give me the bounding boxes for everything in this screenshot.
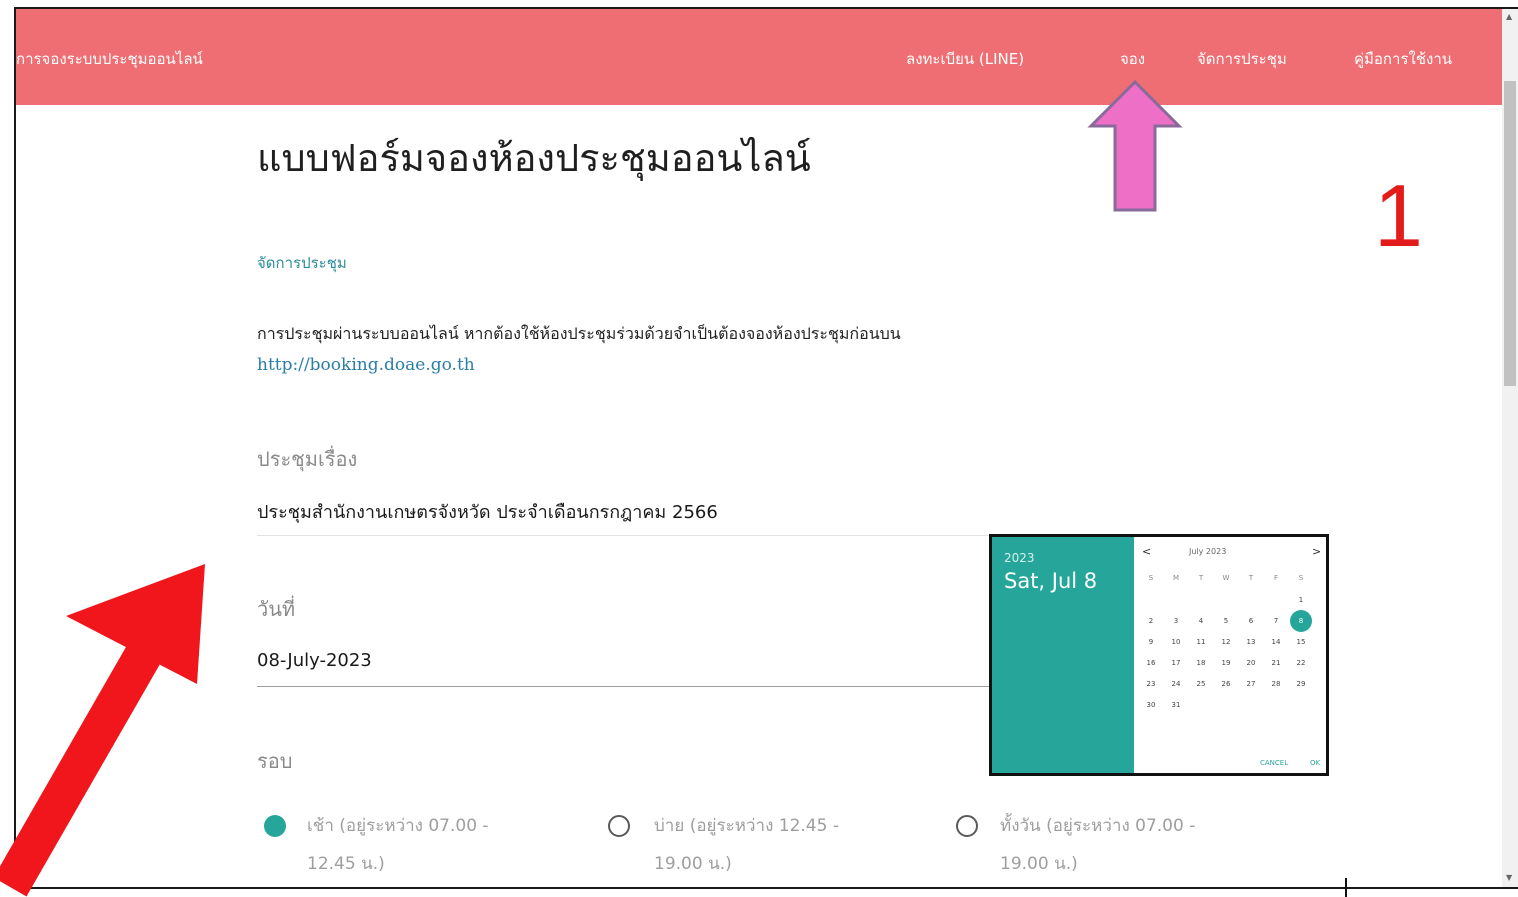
round-fullday-radio[interactable] xyxy=(956,815,978,837)
datepicker-year[interactable]: 2023 xyxy=(1004,551,1035,565)
description-text: การประชุมผ่านระบบออนไลน์ หากต้องใช้ห้องป… xyxy=(257,324,901,343)
datepicker-day[interactable]: 6 xyxy=(1240,610,1262,632)
round-afternoon-label[interactable]: บ่าย (อยู่ระหว่าง 12.45 - 19.00 น.) xyxy=(654,807,839,883)
round-morning-line2: 12.45 น.) xyxy=(307,854,385,874)
next-month-icon[interactable]: > xyxy=(1312,545,1321,558)
round-fullday-label[interactable]: ทั้งวัน (อยู่ระหว่าง 07.00 - 19.00 น.) xyxy=(1000,807,1195,883)
date-label: วันที่ xyxy=(257,597,296,621)
datepicker-day[interactable]: 4 xyxy=(1190,610,1212,632)
datepicker-day[interactable]: 24 xyxy=(1165,673,1187,695)
step-number-annotation: 1 xyxy=(1374,166,1423,265)
round-morning-line1: เช้า (อยู่ระหว่าง 07.00 - xyxy=(307,816,489,836)
round-morning-label[interactable]: เช้า (อยู่ระหว่าง 07.00 - 12.45 น.) xyxy=(307,807,489,883)
datepicker-day[interactable]: 19 xyxy=(1215,652,1237,674)
datepicker-weekday: T xyxy=(1248,574,1254,582)
datepicker-day[interactable]: 5 xyxy=(1215,610,1237,632)
datepicker-day[interactable]: 30 xyxy=(1140,694,1162,716)
datepicker-day[interactable]: 27 xyxy=(1240,673,1262,695)
datepicker-day[interactable]: 2 xyxy=(1140,610,1162,632)
datepicker-calendar: < July 2023 > CANCEL OK SMTWTFS123456789… xyxy=(1134,537,1326,773)
datepicker-day[interactable]: 22 xyxy=(1290,652,1312,674)
subject-label: ประชุมเรื่อง xyxy=(257,447,358,471)
subject-input[interactable]: ประชุมสำนักงานเกษตรจังหวัด ประจำเดือนกรก… xyxy=(257,497,718,526)
datepicker-day[interactable]: 8 xyxy=(1290,610,1312,632)
scroll-up-icon[interactable]: ▲ xyxy=(1506,12,1512,21)
datepicker-popup: 2023 Sat, Jul 8 < July 2023 > CANCEL OK … xyxy=(989,534,1329,776)
datepicker-month-label: July 2023 xyxy=(1189,547,1227,556)
datepicker-header: 2023 Sat, Jul 8 xyxy=(992,537,1134,773)
subject-underline xyxy=(257,535,992,536)
datepicker-selected-date: Sat, Jul 8 xyxy=(1004,569,1098,593)
datepicker-ok-button[interactable]: OK xyxy=(1310,759,1320,767)
datepicker-day[interactable]: 26 xyxy=(1215,673,1237,695)
datepicker-day[interactable]: 21 xyxy=(1265,652,1287,674)
top-navbar: การจองระบบประชุมออนไลน์ ลงทะเบียน (LINE)… xyxy=(16,9,1504,105)
datepicker-day[interactable]: 14 xyxy=(1265,631,1287,653)
datepicker-day[interactable]: 16 xyxy=(1140,652,1162,674)
datepicker-weekday: S xyxy=(1148,574,1154,582)
datepicker-weekday: W xyxy=(1222,574,1230,582)
nav-manage-meeting[interactable]: จัดการประชุม xyxy=(1197,47,1287,71)
scroll-down-icon[interactable]: ▼ xyxy=(1506,873,1512,882)
round-fullday-line1: ทั้งวัน (อยู่ระหว่าง 07.00 - xyxy=(1000,816,1196,836)
datepicker-day[interactable]: 29 xyxy=(1290,673,1312,695)
datepicker-day[interactable]: 23 xyxy=(1140,673,1162,695)
datepicker-day[interactable]: 28 xyxy=(1265,673,1287,695)
page-title: แบบฟอร์มจองห้องประชุมออนไลน์ xyxy=(257,136,811,180)
datepicker-cancel-button[interactable]: CANCEL xyxy=(1260,759,1288,767)
datepicker-day[interactable]: 18 xyxy=(1190,652,1212,674)
datepicker-day[interactable]: 13 xyxy=(1240,631,1262,653)
datepicker-day[interactable]: 12 xyxy=(1215,631,1237,653)
round-afternoon-radio[interactable] xyxy=(608,815,630,837)
brand-title[interactable]: การจองระบบประชุมออนไลน์ xyxy=(16,47,203,71)
round-label: รอบ xyxy=(257,749,293,773)
nav-book[interactable]: จอง xyxy=(1120,47,1145,71)
datepicker-day[interactable]: 25 xyxy=(1190,673,1212,695)
datepicker-day[interactable]: 15 xyxy=(1290,631,1312,653)
datepicker-day[interactable]: 1 xyxy=(1290,589,1312,611)
datepicker-weekday: F xyxy=(1273,574,1279,582)
date-underline xyxy=(257,686,992,687)
page-scrollbar[interactable]: ▲ ▼ xyxy=(1502,9,1518,887)
round-afternoon-line1: บ่าย (อยู่ระหว่าง 12.45 - xyxy=(654,816,839,836)
datepicker-day[interactable]: 10 xyxy=(1165,631,1187,653)
round-afternoon-line2: 19.00 น.) xyxy=(654,854,732,874)
datepicker-weekday: M xyxy=(1172,574,1180,582)
prev-month-icon[interactable]: < xyxy=(1142,545,1151,558)
round-fullday-line2: 19.00 น.) xyxy=(1000,854,1078,874)
manage-meeting-link[interactable]: จัดการประชุม xyxy=(257,251,347,275)
nav-user-manual[interactable]: คู่มือการใช้งาน xyxy=(1354,47,1452,71)
scrollbar-thumb[interactable] xyxy=(1504,81,1516,386)
datepicker-day[interactable]: 7 xyxy=(1265,610,1287,632)
pink-up-arrow-annotation xyxy=(1087,80,1183,212)
round-morning-radio[interactable] xyxy=(264,815,286,837)
datepicker-day[interactable]: 11 xyxy=(1190,631,1212,653)
datepicker-day[interactable]: 3 xyxy=(1165,610,1187,632)
datepicker-day[interactable]: 20 xyxy=(1240,652,1262,674)
datepicker-weekday: S xyxy=(1298,574,1304,582)
text-cursor-marker xyxy=(1345,878,1347,897)
booking-url-link[interactable]: http://booking.doae.go.th xyxy=(257,355,475,375)
datepicker-day[interactable]: 9 xyxy=(1140,631,1162,653)
datepicker-weekday: T xyxy=(1198,574,1204,582)
date-input[interactable]: 08-July-2023 xyxy=(257,650,372,671)
red-diagonal-arrow-annotation xyxy=(0,564,205,897)
datepicker-day[interactable]: 17 xyxy=(1165,652,1187,674)
datepicker-day[interactable]: 31 xyxy=(1165,694,1187,716)
nav-register-line[interactable]: ลงทะเบียน (LINE) xyxy=(906,47,1024,71)
